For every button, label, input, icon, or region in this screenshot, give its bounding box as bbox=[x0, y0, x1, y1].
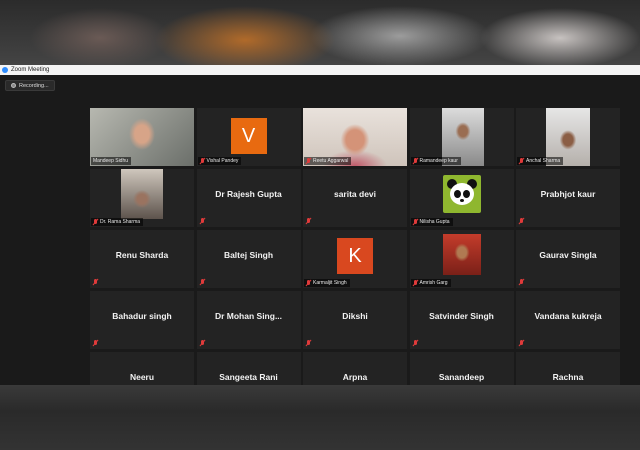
participant-avatar: V bbox=[230, 118, 267, 154]
name-label: Vishal Pandey bbox=[197, 157, 242, 165]
participant-display-name: Vandana kukreja bbox=[534, 311, 602, 321]
record-icon bbox=[11, 83, 16, 88]
mic-muted-icon bbox=[200, 279, 205, 285]
mic-muted-icon bbox=[93, 279, 98, 285]
name-label: Mandeep Sidhu bbox=[91, 157, 132, 165]
participant-tile[interactable]: Renu Sharda bbox=[90, 230, 194, 288]
participant-display-name: Baltej Singh bbox=[223, 250, 274, 260]
mic-muted-icon bbox=[306, 280, 311, 286]
name-label: Amrish Garg bbox=[410, 279, 451, 287]
participant-tile[interactable]: Dr Rajesh Gupta bbox=[196, 169, 301, 227]
mic-muted-icon bbox=[413, 340, 418, 346]
name-label: Ramandeep kaur bbox=[410, 157, 461, 165]
window-title: Zoom Meeting bbox=[11, 67, 50, 73]
participant-tile[interactable]: Dr Mohan Sing... bbox=[196, 291, 301, 349]
participant-tile[interactable]: Ramandeep kaur bbox=[409, 108, 514, 166]
name-label: Karmaljit Singh bbox=[304, 279, 350, 287]
participant-tile[interactable]: V Vishal Pandey bbox=[196, 108, 301, 166]
participant-tile[interactable]: Gaurav Singla bbox=[516, 230, 620, 288]
window-titlebar: Zoom Meeting bbox=[0, 65, 640, 75]
background-photo-top bbox=[0, 0, 640, 65]
mic-muted-icon bbox=[519, 279, 524, 285]
gallery-grid: Mandeep Sidhu V Vishal Pandey Reetu Agga… bbox=[90, 108, 620, 410]
mic-muted-icon bbox=[93, 219, 98, 225]
participant-display-name: Dr Mohan Sing... bbox=[214, 311, 283, 321]
panda-icon bbox=[442, 175, 481, 213]
mic-muted-icon bbox=[413, 280, 418, 286]
mic-muted-icon bbox=[200, 158, 205, 164]
mic-muted-icon bbox=[413, 158, 418, 164]
participant-name: Dr. Rama Sharma bbox=[100, 219, 141, 225]
participant-tile[interactable]: Dr. Rama Sharma bbox=[90, 169, 194, 227]
participant-name: Anchal Sharma bbox=[526, 158, 561, 164]
participant-name: Mandeep Sidhu bbox=[93, 158, 129, 164]
participant-tile[interactable]: Bahadur singh bbox=[90, 291, 194, 349]
participant-display-name: Dr Rajesh Gupta bbox=[215, 189, 282, 199]
participant-name: Amrish Garg bbox=[419, 280, 448, 286]
participant-video bbox=[121, 169, 163, 219]
meeting-stage: Recording... Mandeep Sidhu V Vishal Pand… bbox=[0, 75, 640, 410]
recording-indicator[interactable]: Recording... bbox=[5, 80, 55, 91]
mic-muted-icon bbox=[519, 340, 524, 346]
participant-tile[interactable]: Vandana kukreja bbox=[516, 291, 620, 349]
mic-muted-icon bbox=[519, 158, 524, 164]
participant-display-name: Satvinder Singh bbox=[429, 311, 494, 321]
mic-muted-icon bbox=[306, 158, 311, 164]
mic-muted-icon bbox=[413, 219, 418, 225]
participant-tile[interactable]: Mandeep Sidhu bbox=[90, 108, 194, 166]
participant-name: Ramandeep kaur bbox=[419, 158, 458, 164]
participant-tile[interactable]: Baltej Singh bbox=[196, 230, 301, 288]
participant-tile[interactable]: sarita devi bbox=[303, 169, 407, 227]
participant-avatar: K bbox=[337, 238, 373, 274]
mic-muted-icon bbox=[519, 218, 524, 224]
participant-tile[interactable]: Nilisha Gupta bbox=[409, 169, 514, 227]
mic-muted-icon bbox=[306, 340, 311, 346]
participant-display-name: Renu Sharda bbox=[115, 250, 169, 260]
name-label: Reetu Aggarwal bbox=[304, 157, 352, 165]
name-label: Dr. Rama Sharma bbox=[91, 218, 144, 226]
participant-display-name: Prabhjot kaur bbox=[540, 189, 596, 199]
participant-display-name: Gaurav Singla bbox=[539, 250, 597, 260]
recording-label: Recording... bbox=[19, 82, 49, 89]
participant-tile[interactable]: Reetu Aggarwal bbox=[303, 108, 407, 166]
name-label: Anchal Sharma bbox=[517, 157, 564, 165]
mic-muted-icon bbox=[200, 340, 205, 346]
mic-muted-icon bbox=[200, 218, 205, 224]
participant-display-name: Dikshi bbox=[342, 311, 368, 321]
participant-tile[interactable]: K Karmaljit Singh bbox=[303, 230, 407, 288]
name-label: Nilisha Gupta bbox=[410, 218, 453, 226]
zoom-app-icon bbox=[2, 67, 8, 73]
participant-tile[interactable]: Prabhjot kaur bbox=[516, 169, 620, 227]
participant-tile[interactable]: Dikshi bbox=[303, 291, 407, 349]
participant-tile[interactable]: Satvinder Singh bbox=[409, 291, 514, 349]
participant-name: Reetu Aggarwal bbox=[313, 158, 349, 164]
participant-name: Karmaljit Singh bbox=[313, 280, 347, 286]
mic-muted-icon bbox=[306, 218, 311, 224]
participant-tile[interactable]: Amrish Garg bbox=[409, 230, 514, 288]
background-photo-bottom bbox=[0, 385, 640, 450]
participant-name: Vishal Pandey bbox=[206, 158, 239, 164]
mic-muted-icon bbox=[93, 340, 98, 346]
participant-tile[interactable]: Anchal Sharma bbox=[516, 108, 620, 166]
participant-display-name: sarita devi bbox=[333, 189, 377, 199]
participant-name: Nilisha Gupta bbox=[419, 219, 450, 225]
participant-video bbox=[442, 234, 481, 275]
participant-display-name: Bahadur singh bbox=[112, 311, 172, 321]
